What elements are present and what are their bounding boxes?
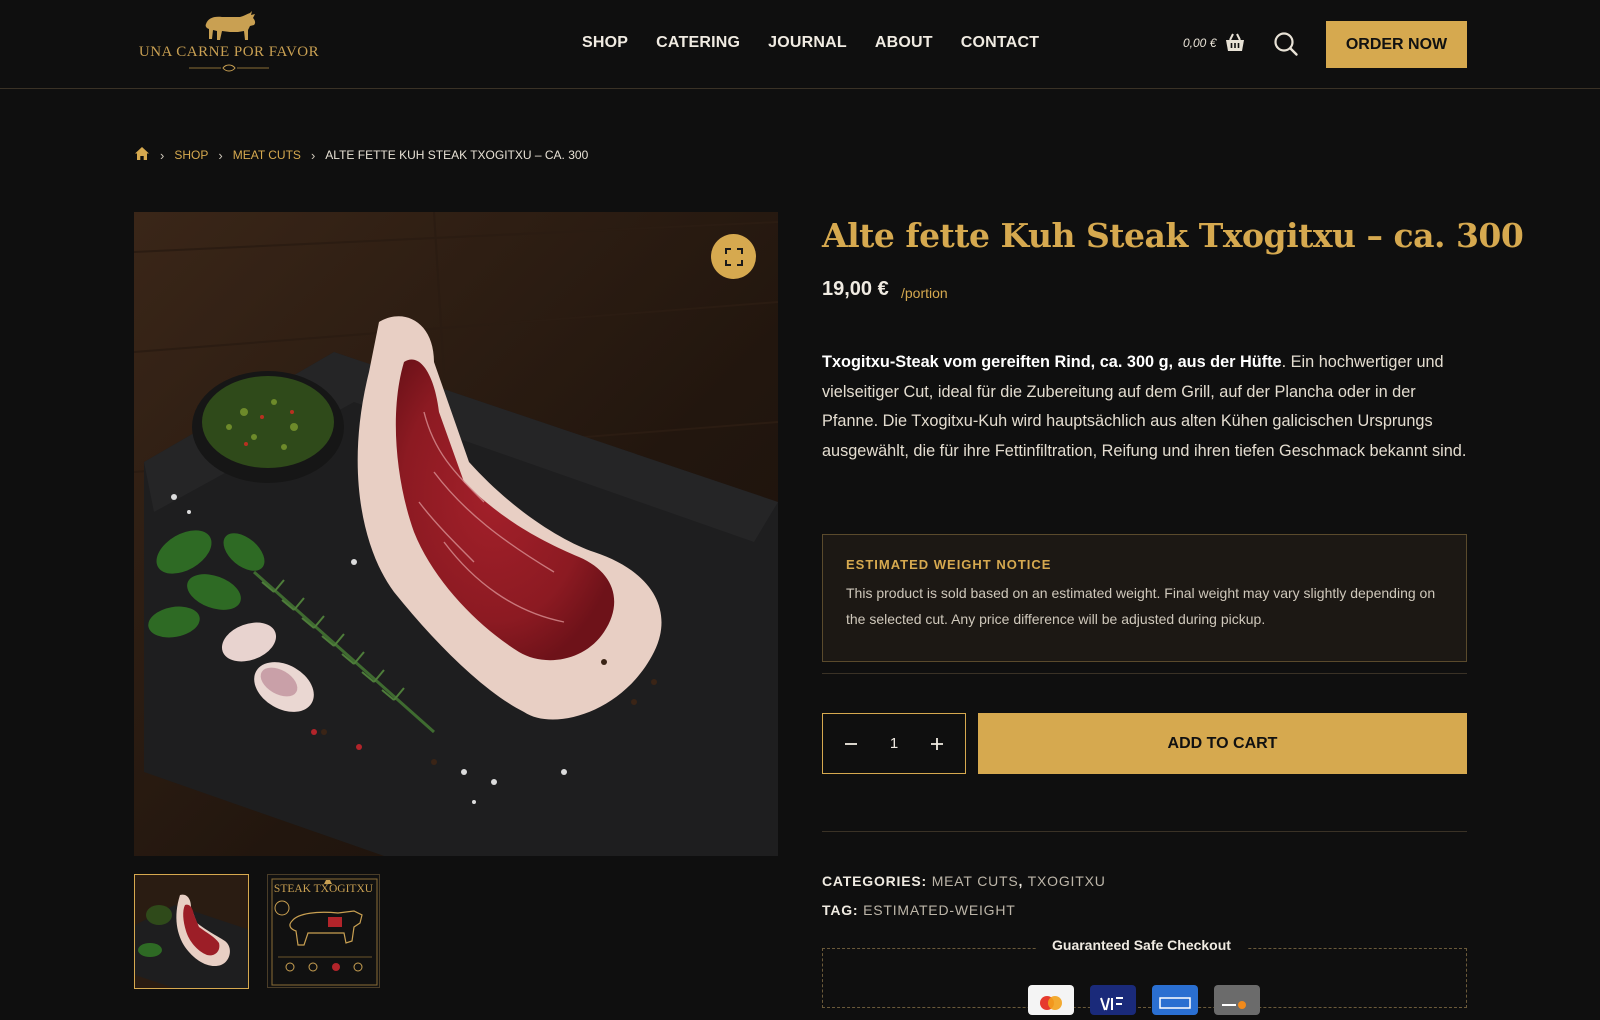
product-title: Alte fette Kuh Steak Txogitxu – ca. 300	[822, 216, 1524, 255]
logo-flourish-icon	[189, 64, 269, 72]
description-bold: Txogitxu-Steak vom gereiften Rind, ca. 3…	[822, 353, 1282, 371]
chevron-right-icon: ›	[160, 147, 165, 163]
basket-icon[interactable]	[1224, 33, 1246, 58]
quantity-stepper: 1	[822, 713, 966, 774]
product-image[interactable]	[134, 212, 778, 856]
checkout-title: Guaranteed Safe Checkout	[1036, 937, 1247, 953]
plus-icon[interactable]	[925, 732, 949, 756]
product-description: Txogitxu-Steak vom gereiften Rind, ca. 3…	[822, 348, 1472, 466]
discover-icon	[1214, 985, 1260, 1015]
divider	[822, 831, 1467, 832]
visa-icon	[1090, 985, 1136, 1015]
product-categories: CATEGORIES: MEAT CUTS, TXOGITXU	[822, 873, 1106, 889]
divider	[822, 673, 1467, 674]
thumbnail-steak[interactable]	[134, 874, 249, 989]
cart-total[interactable]: 0,00 €	[1183, 36, 1216, 50]
amex-icon	[1152, 985, 1198, 1015]
search-icon[interactable]	[1273, 31, 1299, 62]
category-link[interactable]: TXOGITXU	[1028, 873, 1106, 889]
nav-contact[interactable]: CONTACT	[961, 34, 1039, 52]
site-logo[interactable]: UNA CARNE POR FAVOR	[134, 10, 324, 78]
payment-cards	[1028, 985, 1260, 1015]
category-link[interactable]: MEAT CUTS	[932, 873, 1019, 889]
breadcrumb-current: ALTE FETTE KUH STEAK TXOGITXU – CA. 300	[325, 148, 589, 162]
nav-journal[interactable]: JOURNAL	[768, 34, 847, 52]
bull-logo-icon	[205, 11, 256, 40]
notice-text: This product is sold based on an estimat…	[846, 585, 1436, 627]
home-icon[interactable]	[134, 146, 150, 164]
mastercard-icon	[1028, 985, 1074, 1015]
breadcrumb: › SHOP › MEAT CUTS › ALTE FETTE KUH STEA…	[134, 146, 588, 164]
chevron-right-icon: ›	[310, 147, 316, 163]
nav-about[interactable]: ABOUT	[875, 34, 933, 52]
breadcrumb-meat-cuts[interactable]: MEAT CUTS	[233, 148, 301, 162]
categories-label: CATEGORIES:	[822, 873, 927, 889]
add-to-cart-button[interactable]: ADD TO CART	[978, 713, 1467, 774]
chevron-right-icon: ›	[218, 147, 223, 163]
main-nav: SHOP CATERING JOURNAL ABOUT CONTACT	[582, 34, 1039, 52]
nav-shop[interactable]: SHOP	[582, 34, 628, 52]
breadcrumb-shop[interactable]: SHOP	[174, 148, 208, 162]
price-unit: /portion	[901, 285, 948, 301]
nav-catering[interactable]: CATERING	[656, 34, 740, 52]
quantity-input[interactable]: 1	[890, 735, 898, 752]
weight-notice: ESTIMATED WEIGHT NOTICE This product is …	[822, 534, 1467, 662]
notice-title: ESTIMATED WEIGHT NOTICE	[846, 557, 1052, 572]
order-now-button[interactable]: ORDER NOW	[1326, 21, 1467, 68]
logo-text: UNA CARNE POR FAVOR	[138, 44, 320, 60]
thumbnail-cuts-chart[interactable]: STEAK TXOGITXU	[267, 874, 380, 988]
minus-icon[interactable]	[839, 732, 863, 756]
tag-link[interactable]: ESTIMATED-WEIGHT	[863, 902, 1016, 918]
zoom-button[interactable]	[711, 234, 756, 279]
expand-icon	[724, 247, 743, 266]
product-tags: TAG: ESTIMATED-WEIGHT	[822, 902, 1016, 918]
product-price: 19,00 €	[822, 278, 889, 300]
tag-label: TAG:	[822, 902, 859, 918]
site-header: UNA CARNE POR FAVOR SHOP CATERING JOURNA…	[0, 0, 1600, 89]
